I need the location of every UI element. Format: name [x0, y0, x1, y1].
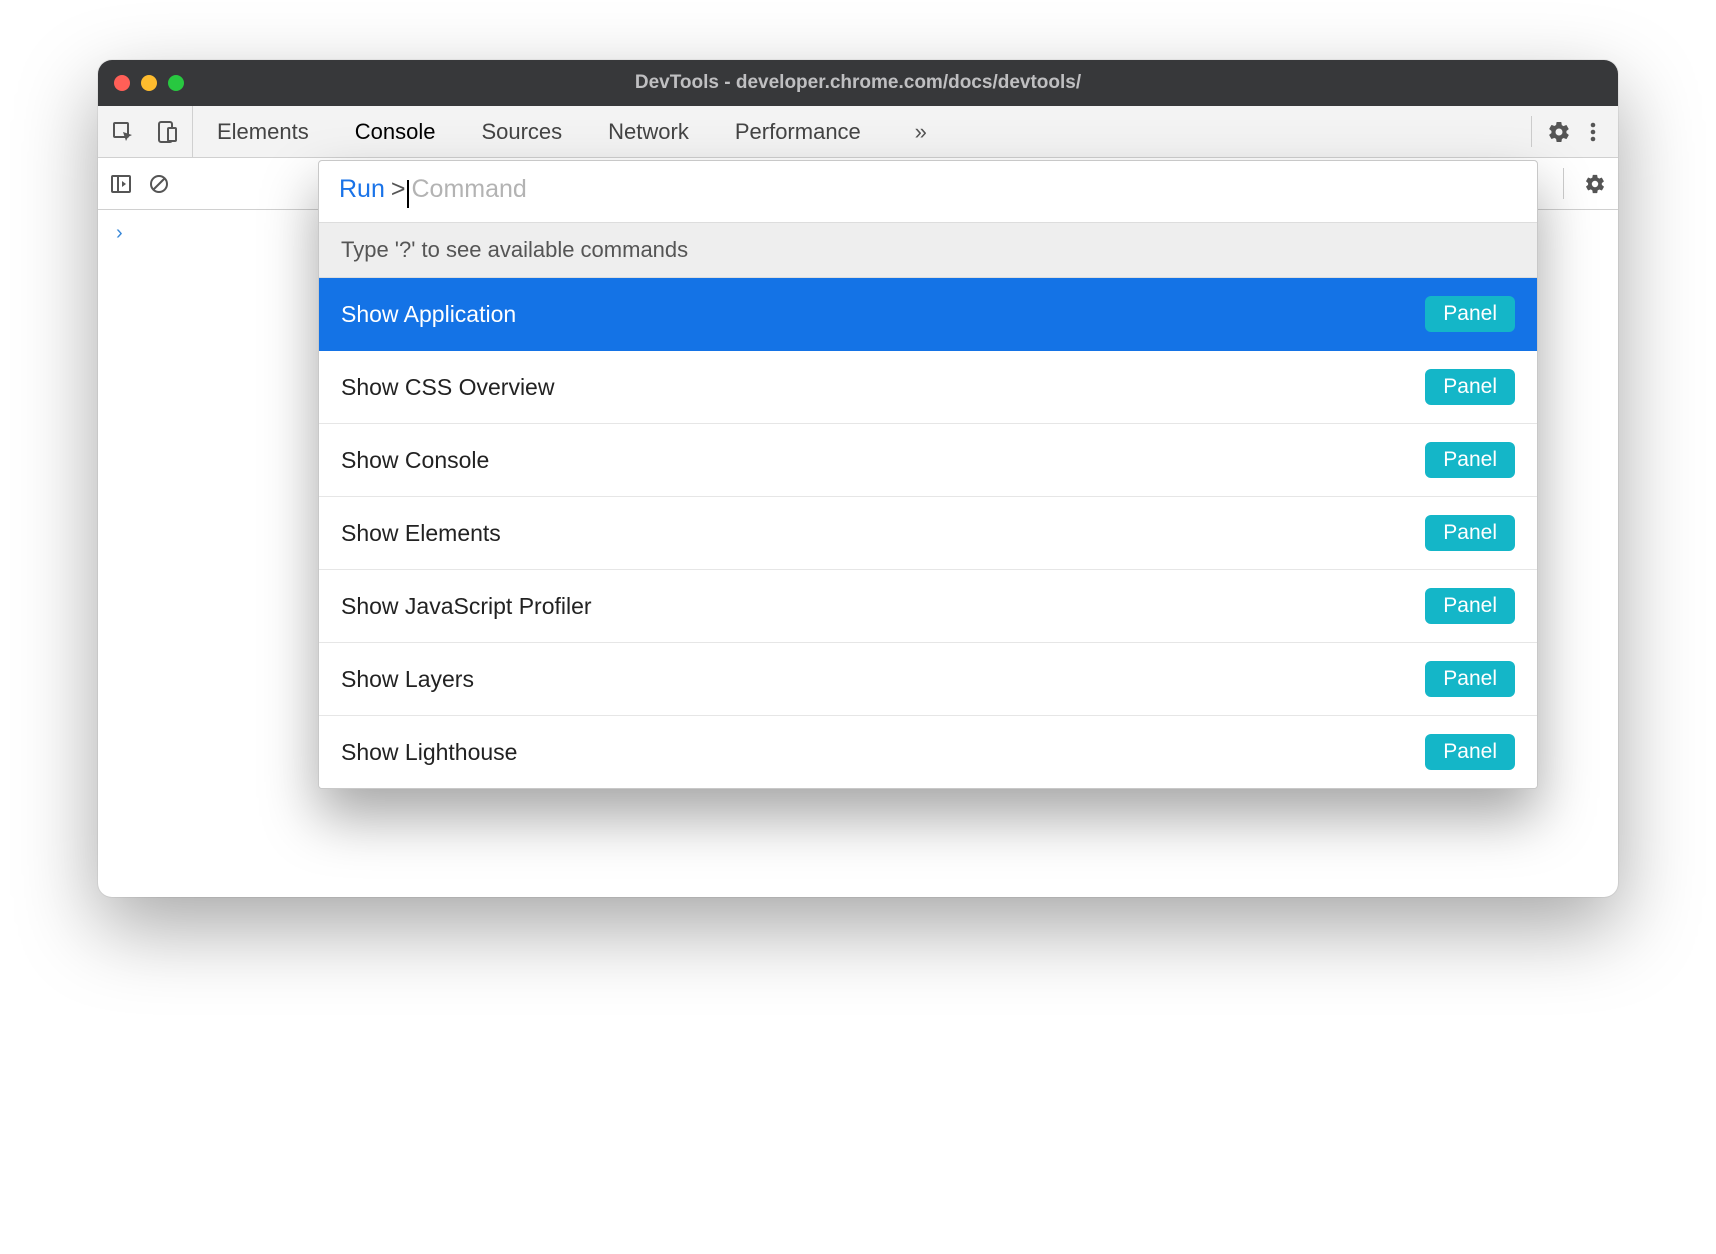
command-item-label: Show Application	[341, 301, 516, 328]
tab-elements[interactable]: Elements	[211, 106, 315, 157]
run-label: Run	[339, 175, 385, 204]
panel-badge: Panel	[1425, 442, 1515, 478]
tab-sources[interactable]: Sources	[475, 106, 568, 157]
command-item-label: Show Elements	[341, 520, 501, 547]
tab-performance[interactable]: Performance	[729, 106, 867, 157]
command-item-show-javascript-profiler[interactable]: Show JavaScript Profiler Panel	[319, 570, 1537, 643]
tab-network[interactable]: Network	[602, 106, 695, 157]
command-item-label: Show Console	[341, 447, 489, 474]
command-item-show-console[interactable]: Show Console Panel	[319, 424, 1537, 497]
tab-label: Console	[355, 119, 436, 145]
devtools-window: DevTools - developer.chrome.com/docs/dev…	[98, 60, 1618, 897]
panel-tabstrip: Elements Console Sources Network Perform…	[98, 106, 1618, 158]
panel-badge: Panel	[1425, 661, 1515, 697]
inspect-element-icon[interactable]	[108, 117, 138, 147]
console-settings-gear-icon[interactable]	[1580, 169, 1610, 199]
close-window-button[interactable]	[114, 75, 130, 91]
window-controls	[114, 75, 184, 91]
command-item-show-layers[interactable]: Show Layers Panel	[319, 643, 1537, 716]
command-item-show-elements[interactable]: Show Elements Panel	[319, 497, 1537, 570]
tabstrip-right-tools	[1513, 106, 1618, 157]
tabs-overflow-icon[interactable]: »	[901, 106, 941, 157]
command-item-show-application[interactable]: Show Application Panel	[319, 278, 1537, 351]
command-hint: Type '?' to see available commands	[319, 222, 1537, 278]
command-item-label: Show Layers	[341, 666, 474, 693]
panel-badge: Panel	[1425, 734, 1515, 770]
text-cursor	[407, 180, 409, 208]
command-input-row[interactable]: Run > Command	[319, 161, 1537, 222]
panel-badge: Panel	[1425, 588, 1515, 624]
command-list: Show Application Panel Show CSS Overview…	[319, 278, 1537, 788]
window-title: DevTools - developer.chrome.com/docs/dev…	[98, 72, 1618, 94]
run-gt: >	[391, 175, 406, 204]
prompt-chevron-icon: ›	[116, 222, 123, 245]
command-palette: Run > Command Type '?' to see available …	[318, 160, 1538, 789]
minimize-window-button[interactable]	[141, 75, 157, 91]
command-item-label: Show CSS Overview	[341, 374, 554, 401]
command-item-label: Show Lighthouse	[341, 739, 517, 766]
tab-label: Performance	[735, 119, 861, 145]
panel-badge: Panel	[1425, 369, 1515, 405]
console-sidebar-toggle-icon[interactable]	[106, 169, 136, 199]
divider	[1531, 116, 1532, 147]
tab-label: Sources	[481, 119, 562, 145]
kebab-menu-icon[interactable]	[1578, 117, 1608, 147]
tab-label: Elements	[217, 119, 309, 145]
command-item-show-lighthouse[interactable]: Show Lighthouse Panel	[319, 716, 1537, 788]
command-item-label: Show JavaScript Profiler	[341, 593, 592, 620]
tab-console[interactable]: Console	[349, 106, 442, 157]
command-input-placeholder: Command	[411, 175, 526, 204]
divider	[1563, 168, 1564, 199]
tabstrip-left-tools	[98, 106, 193, 157]
device-toolbar-icon[interactable]	[152, 117, 182, 147]
clear-console-icon[interactable]	[144, 169, 174, 199]
panel-badge: Panel	[1425, 296, 1515, 332]
titlebar: DevTools - developer.chrome.com/docs/dev…	[98, 60, 1618, 106]
tab-label: Network	[608, 119, 689, 145]
settings-gear-icon[interactable]	[1544, 117, 1574, 147]
maximize-window-button[interactable]	[168, 75, 184, 91]
panel-badge: Panel	[1425, 515, 1515, 551]
command-item-show-css-overview[interactable]: Show CSS Overview Panel	[319, 351, 1537, 424]
overflow-glyph: »	[915, 119, 927, 145]
panel-tabs: Elements Console Sources Network Perform…	[193, 106, 941, 157]
